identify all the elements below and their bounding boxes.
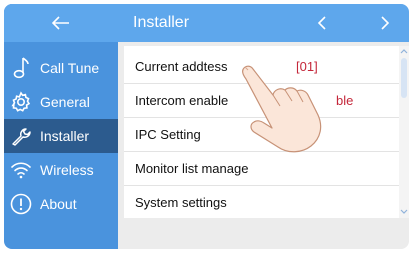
sidebar-item-label: About [40, 196, 77, 212]
sidebar-item-label: Wireless [40, 162, 94, 178]
music-note-icon [4, 56, 38, 80]
setting-row-system-settings[interactable]: System settings [124, 186, 399, 220]
prev-page-button[interactable] [314, 14, 332, 32]
sidebar-item-about[interactable]: About [4, 187, 118, 221]
chevron-right-icon [381, 16, 390, 30]
sidebar-item-wireless[interactable]: Wireless [4, 153, 118, 187]
sidebar-item-installer[interactable]: Installer [4, 119, 118, 153]
gear-icon [4, 91, 38, 113]
pointing-hand-icon [241, 65, 322, 153]
setting-label: Current addtess [135, 59, 228, 74]
sidebar-item-label: Installer [40, 128, 90, 144]
info-icon [4, 193, 38, 215]
sidebar: Call Tune General Installer Wireless Abo… [4, 4, 118, 249]
wrench-icon [4, 125, 38, 147]
scroll-down-icon[interactable] [400, 209, 408, 215]
sidebar-item-label: Call Tune [40, 60, 100, 76]
setting-label: System settings [135, 195, 227, 210]
scroll-up-icon[interactable] [400, 48, 408, 54]
sidebar-item-general[interactable]: General [4, 85, 118, 119]
setting-label: IPC Setting [135, 127, 201, 142]
chevron-left-icon [317, 16, 326, 30]
setting-label: Monitor list manage [135, 161, 249, 176]
back-arrow-icon [52, 16, 69, 30]
setting-value: ble [336, 93, 354, 108]
scrollbar[interactable] [399, 46, 409, 218]
next-page-button[interactable] [375, 14, 393, 32]
setting-label: Intercom enable [135, 93, 229, 108]
header-bar: Installer [118, 4, 409, 42]
scroll-thumb[interactable] [401, 58, 407, 98]
sidebar-item-label: General [40, 94, 90, 110]
sidebar-item-call-tune[interactable]: Call Tune [4, 51, 118, 85]
page-title: Installer [133, 14, 190, 31]
back-button[interactable] [4, 4, 118, 42]
wifi-icon [4, 161, 38, 179]
